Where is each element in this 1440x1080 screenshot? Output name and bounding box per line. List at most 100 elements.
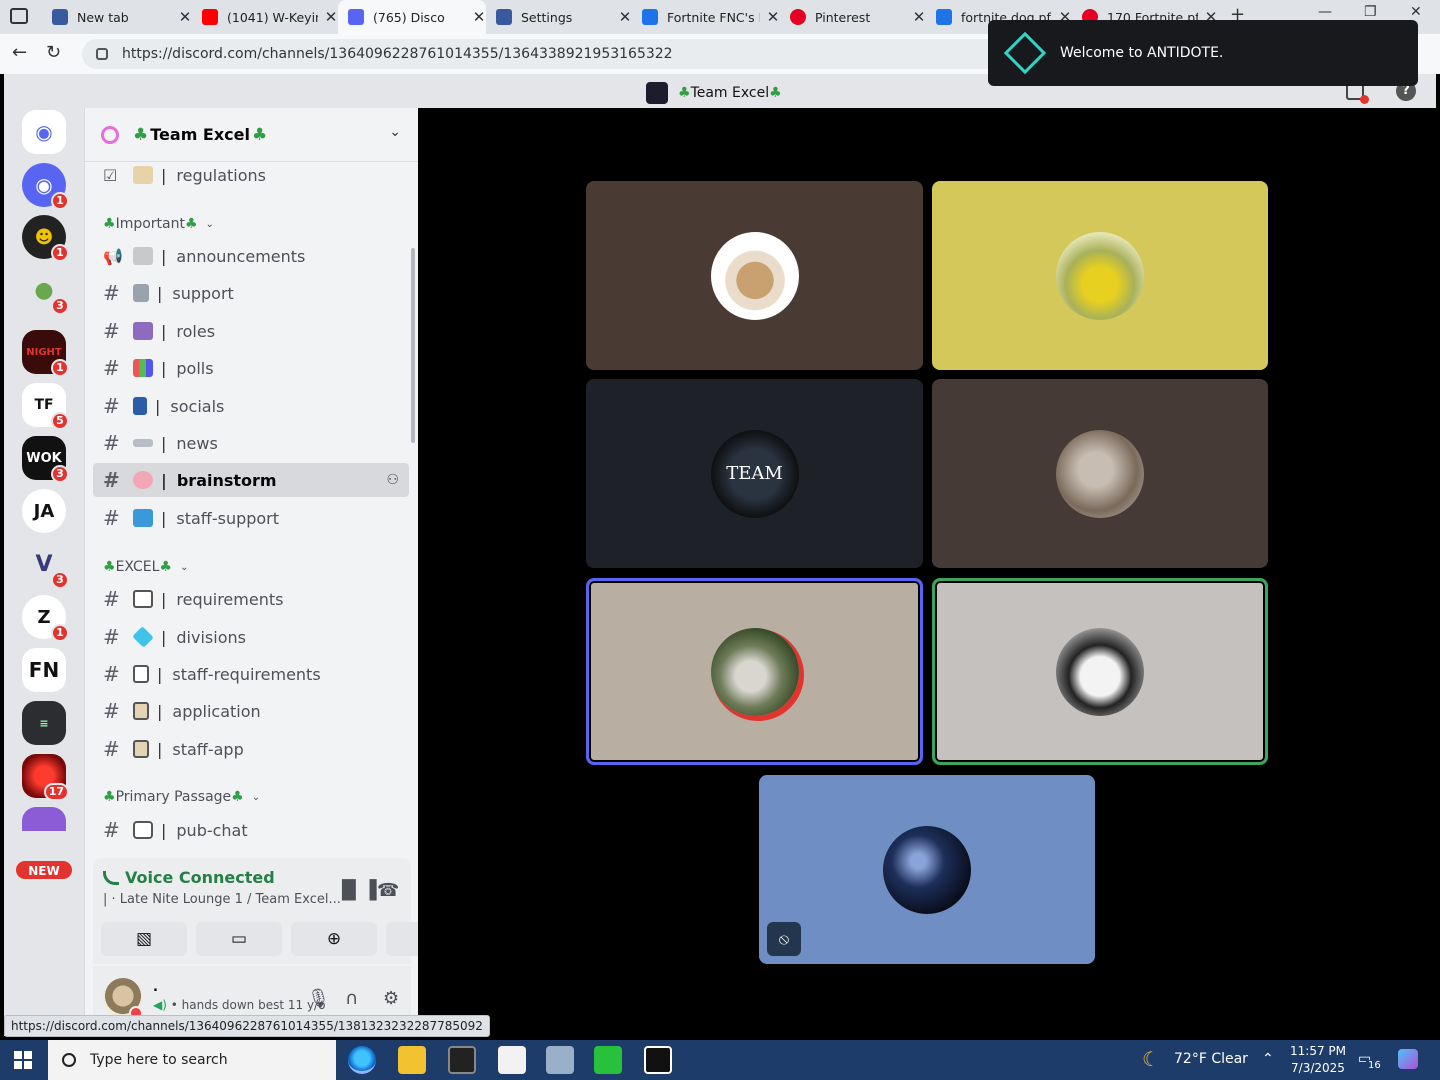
channel-pub-chat[interactable]: # | pub-chat: [93, 813, 409, 847]
channel-staff-requirements[interactable]: # | staff-requirements: [93, 657, 409, 691]
windows-start-icon[interactable]: [14, 1051, 32, 1069]
voice-channel-path[interactable]: | · Late Nite Lounge 1 / Team Excel...: [103, 892, 341, 907]
close-icon[interactable]: ✕: [472, 8, 486, 26]
games-app-icon[interactable]: [594, 1046, 622, 1074]
close-icon[interactable]: ✕: [618, 8, 632, 26]
weather-text[interactable]: 72°F Clear: [1174, 1051, 1248, 1067]
site-info-icon[interactable]: [96, 48, 108, 60]
server-3[interactable]: ● 3: [22, 268, 69, 315]
url-field[interactable]: https://discord.com/channels/13640962287…: [82, 39, 1002, 69]
tool-emoji-icon: [133, 284, 149, 302]
noise-suppression-icon[interactable]: ▐▌▐: [335, 880, 377, 901]
maximize-icon[interactable]: ❐: [1364, 4, 1377, 20]
boost-icon: [101, 125, 119, 144]
close-icon[interactable]: ✕: [178, 8, 192, 26]
channel-regulations[interactable]: ☑ | regulations: [93, 158, 409, 192]
gear-icon[interactable]: ⚙: [383, 988, 399, 1009]
channel-sidebar: ♣ Team Excel ♣ ⌄ ☑ | regulations ♣ Importan…: [84, 108, 472, 1036]
channel-polls[interactable]: # | polls: [93, 351, 409, 385]
edge-browser-icon[interactable]: [348, 1046, 376, 1074]
server-code[interactable]: ≡: [22, 701, 66, 745]
back-icon[interactable]: ←: [12, 42, 27, 63]
avatar: [1056, 627, 1144, 716]
channel-requirements[interactable]: # | requirements: [93, 582, 409, 616]
new-badge[interactable]: NEW: [14, 859, 74, 881]
clover-icon: ♣: [769, 85, 782, 101]
gamepad-icon: ⊕: [326, 929, 342, 949]
screen-share-button[interactable]: ▭: [196, 922, 282, 956]
participant-tile[interactable]: [586, 181, 923, 370]
server-1[interactable]: ◉ 1: [22, 163, 69, 210]
tab-actions-icon[interactable]: [10, 8, 28, 24]
file-explorer-icon[interactable]: [398, 1046, 426, 1074]
app-icon[interactable]: [546, 1046, 574, 1074]
server-v[interactable]: V3: [22, 542, 69, 589]
channel-application[interactable]: # | application: [93, 694, 409, 728]
channel-socials[interactable]: # | socials: [93, 389, 409, 423]
voice-status[interactable]: Voice Connected: [103, 868, 275, 887]
taskbar-search[interactable]: Type here to search: [48, 1040, 336, 1080]
add-member-icon[interactable]: ⚇: [386, 472, 399, 488]
server-fn[interactable]: FN: [22, 648, 66, 692]
channel-roles[interactable]: # | roles: [93, 314, 409, 348]
participant-tile[interactable]: TEAM: [586, 379, 923, 568]
close-window-icon[interactable]: ✕: [1410, 4, 1422, 20]
guild-header[interactable]: ♣ Team Excel ♣ ⌄: [85, 108, 419, 162]
channel-divisions[interactable]: # | divisions: [93, 620, 409, 654]
category-excel[interactable]: ♣ EXCEL ♣ ⌄: [103, 559, 188, 575]
sidebar-scrollbar[interactable]: [411, 248, 415, 443]
terminal-icon[interactable]: [448, 1046, 476, 1074]
guild-name: Team Excel: [150, 125, 250, 144]
channel-support[interactable]: # | support: [93, 276, 409, 310]
channel-staff-app[interactable]: # | staff-app: [93, 732, 409, 766]
voice-stage: TEAM ⦸: [418, 108, 1436, 1036]
tab-youtube[interactable]: (1041) W-Keying✕: [192, 0, 338, 34]
activities-button[interactable]: ⊕: [291, 922, 377, 956]
tab-settings[interactable]: Settings ✕: [486, 0, 632, 34]
participant-tile[interactable]: ⦸: [759, 775, 1095, 964]
notification-toast[interactable]: Welcome to ANTIDOTE.: [988, 20, 1418, 86]
participant-tile[interactable]: [932, 181, 1268, 370]
server-wok[interactable]: WOK 3: [22, 436, 69, 483]
avatar: [1056, 231, 1144, 320]
camera-off-button[interactable]: ▧: [101, 922, 187, 956]
server-2[interactable]: ☻ 1: [22, 215, 69, 262]
category-primary-passage[interactable]: ♣ Primary Passage ♣ ⌄: [103, 789, 260, 805]
server-more[interactable]: [22, 807, 66, 831]
discord-home-button[interactable]: ◉: [22, 110, 66, 154]
mention-badge: 17: [43, 783, 69, 801]
minimize-icon[interactable]: —: [1318, 4, 1332, 20]
refresh-icon[interactable]: ↻: [46, 42, 61, 63]
disconnect-icon[interactable]: ☎: [377, 880, 399, 901]
copilot-icon[interactable]: [1398, 1049, 1418, 1069]
server-z[interactable]: Z1: [22, 595, 69, 642]
tab-discord[interactable]: (765) Disco ✕: [338, 0, 486, 34]
close-icon[interactable]: ✕: [766, 8, 780, 26]
tab-fortnite-fnc[interactable]: Fortnite FNC's D ✕: [632, 0, 780, 34]
participant-tile[interactable]: [932, 379, 1268, 568]
close-icon[interactable]: ✕: [912, 8, 926, 26]
participant-tile-speaking[interactable]: [932, 578, 1268, 765]
server-tf[interactable]: TF 5: [22, 383, 69, 430]
tab-new-tab[interactable]: New tab ✕: [42, 0, 192, 34]
server-ja[interactable]: JA: [22, 489, 66, 533]
channel-staff-support[interactable]: # | staff-support: [93, 501, 409, 535]
participant-tile-speaking[interactable]: [586, 578, 923, 765]
epic-games-icon[interactable]: [644, 1046, 672, 1074]
microphone-icon[interactable]: 🎙: [307, 988, 330, 1009]
clock[interactable]: 11:57 PM 7/3/2025: [1290, 1043, 1346, 1077]
close-icon[interactable]: ✕: [324, 8, 338, 26]
tab-pinterest[interactable]: Pinterest ✕: [780, 0, 926, 34]
chevron-down-icon[interactable]: ⌄: [389, 124, 401, 140]
news-app-icon[interactable]: [498, 1046, 526, 1074]
headphones-icon[interactable]: ∩: [345, 988, 358, 1009]
category-important[interactable]: ♣ Important ♣ ⌄: [103, 216, 214, 232]
channel-news[interactable]: # | news: [93, 426, 409, 460]
chevron-down-icon: ⌄: [251, 791, 261, 803]
chevron-up-icon[interactable]: ⌃: [1262, 1051, 1274, 1067]
server-night[interactable]: NIGHT 1: [22, 330, 69, 377]
server-red[interactable]: 17: [22, 754, 69, 801]
channel-announcements[interactable]: 📢 | announcements: [93, 239, 409, 273]
chevron-down-icon: ⌄: [179, 561, 189, 573]
channel-brainstorm[interactable]: # | brainstorm ⚇: [93, 463, 409, 497]
